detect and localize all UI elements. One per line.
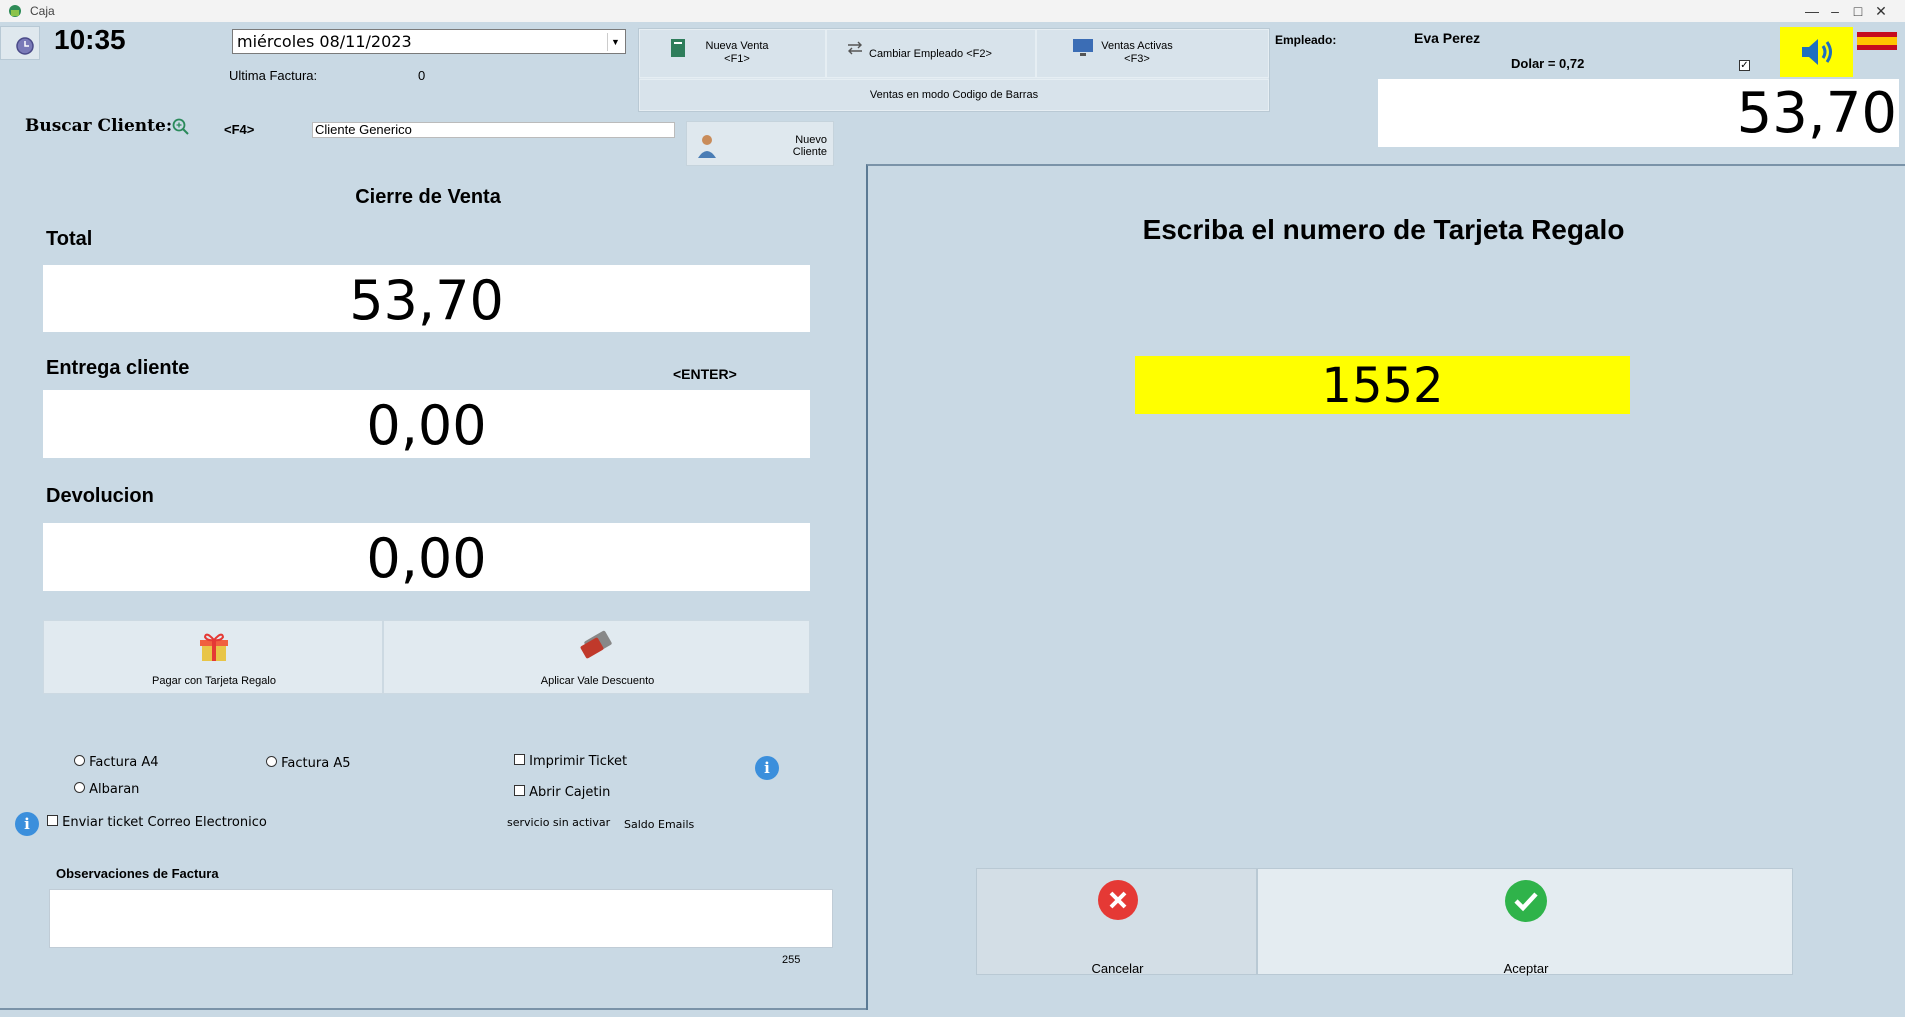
pagar-tarjeta-label: Pagar con Tarjeta Regalo bbox=[152, 675, 276, 687]
cambiar-empleado-label: Cambiar Empleado <F2> bbox=[869, 48, 992, 60]
cierre-title: Cierre de Venta bbox=[355, 186, 501, 208]
cancelar-button[interactable]: Cancelar bbox=[976, 868, 1257, 976]
nuevo-cliente-line1: Nuevo bbox=[795, 134, 827, 146]
total-display-value: 53,70 bbox=[1736, 81, 1897, 146]
tarjeta-input[interactable]: 1552 bbox=[1135, 356, 1630, 414]
modo-codigo-barras-button[interactable]: Ventas en modo Codigo de Barras bbox=[639, 79, 1269, 111]
gift-icon bbox=[200, 633, 228, 661]
clock-icon bbox=[16, 37, 34, 55]
servicio-status: servicio sin activar bbox=[507, 816, 611, 829]
total-display: 53,70 bbox=[1378, 79, 1899, 147]
date-select[interactable]: miércoles 08/11/2023 ▼ bbox=[232, 29, 626, 54]
empleado-value: Eva Perez bbox=[1414, 30, 1481, 46]
radio-albaran-circle[interactable] bbox=[74, 782, 85, 793]
observaciones-field[interactable] bbox=[49, 889, 833, 948]
new-sale-icon bbox=[671, 39, 685, 57]
devolucion-box: 0,00 bbox=[43, 523, 810, 591]
observaciones-label: Observaciones de Factura bbox=[56, 866, 219, 881]
radio-factura-a4[interactable]: Factura A4 bbox=[74, 755, 158, 770]
monitor-icon bbox=[1073, 39, 1093, 56]
window-title: Caja bbox=[30, 4, 55, 18]
pagar-tarjeta-button[interactable]: Pagar con Tarjeta Regalo bbox=[43, 620, 383, 694]
radio-albaran[interactable]: Albaran bbox=[74, 782, 139, 797]
check-enviar-ticket[interactable]: Enviar ticket Correo Electronico bbox=[47, 815, 267, 830]
left-panel-border bbox=[0, 1008, 866, 1010]
speaker-icon bbox=[1802, 39, 1832, 65]
radio-factura-a4-circle[interactable] bbox=[74, 755, 85, 766]
check-imprimir-ticket-box[interactable] bbox=[514, 754, 525, 765]
check-abrir-cajetin-label: Abrir Cajetin bbox=[529, 785, 611, 800]
user-add-icon bbox=[698, 135, 716, 158]
f4-hint: <F4> bbox=[224, 122, 255, 137]
clock-button[interactable] bbox=[0, 26, 40, 60]
ventas-activas-button[interactable]: Ventas Activas <F3> bbox=[1036, 29, 1269, 78]
check-enviar-ticket-label: Enviar ticket Correo Electronico bbox=[62, 815, 267, 830]
entrega-value: 0,00 bbox=[366, 394, 487, 457]
modo-codigo-barras-label: Ventas en modo Codigo de Barras bbox=[869, 89, 1039, 101]
saldo-emails: Saldo Emails bbox=[624, 818, 695, 831]
check-imprimir-ticket[interactable]: Imprimir Ticket bbox=[514, 754, 627, 769]
check-icon bbox=[1505, 880, 1547, 922]
nueva-venta-label: Nueva Venta bbox=[705, 40, 769, 52]
nuevo-cliente-line2: Cliente bbox=[792, 146, 827, 158]
tarjeta-prompt: Escriba el numero de Tarjeta Regalo bbox=[1142, 214, 1625, 245]
info-icon[interactable]: i bbox=[755, 756, 779, 780]
cambiar-empleado-button[interactable]: Cambiar Empleado <F2> bbox=[826, 29, 1036, 78]
total-label: Total bbox=[46, 228, 93, 250]
close-button[interactable]: ✕ bbox=[1858, 0, 1904, 22]
aceptar-label: Aceptar bbox=[1503, 961, 1549, 976]
dolar-rate: Dolar = 0,72 bbox=[1511, 56, 1585, 71]
aceptar-button[interactable]: Aceptar bbox=[1257, 868, 1793, 976]
aplicar-vale-label: Aplicar Vale Descuento bbox=[540, 675, 655, 687]
radio-factura-a5-circle[interactable] bbox=[266, 756, 277, 767]
buscar-cliente-label: Buscar Cliente: bbox=[25, 116, 173, 136]
ventas-activas-key: <F3> bbox=[1124, 53, 1150, 65]
nuevo-cliente-button[interactable]: Nuevo Cliente bbox=[686, 121, 834, 166]
search-icon[interactable] bbox=[171, 117, 191, 137]
app-icon bbox=[7, 3, 23, 19]
ventas-activas-label: Ventas Activas bbox=[1101, 40, 1173, 52]
devolucion-value: 0,00 bbox=[366, 527, 487, 590]
devolucion-label: Devolucion bbox=[46, 485, 154, 507]
email-info-icon[interactable]: i bbox=[15, 812, 39, 836]
coupon-icon bbox=[580, 630, 612, 659]
clock-time: 10:35 bbox=[54, 24, 126, 55]
radio-factura-a4-label: Factura A4 bbox=[89, 755, 159, 770]
ultima-factura-label: Ultima Factura: bbox=[229, 68, 318, 83]
spain-flag-icon[interactable] bbox=[1857, 32, 1897, 50]
radio-factura-a5-label: Factura A5 bbox=[281, 756, 351, 771]
cancelar-label: Cancelar bbox=[1091, 961, 1144, 976]
dolar-checkbox[interactable]: ✓ bbox=[1739, 60, 1750, 71]
empleado-label: Empleado: bbox=[1275, 33, 1337, 47]
aplicar-vale-button[interactable]: Aplicar Vale Descuento bbox=[383, 620, 810, 694]
entrega-box[interactable]: 0,00 bbox=[43, 390, 810, 458]
ultima-factura-value: 0 bbox=[418, 68, 426, 83]
radio-albaran-label: Albaran bbox=[89, 782, 140, 797]
swap-icon bbox=[848, 41, 862, 55]
enter-hint: <ENTER> bbox=[673, 366, 737, 382]
observaciones-count: 255 bbox=[782, 954, 801, 966]
sound-button[interactable] bbox=[1780, 27, 1853, 77]
nueva-venta-button[interactable]: Nueva Venta <F1> bbox=[639, 29, 826, 78]
cliente-field[interactable]: Cliente Generico bbox=[312, 122, 675, 138]
minimize-icon[interactable]: — bbox=[1789, 0, 1835, 22]
cancel-icon bbox=[1098, 880, 1138, 920]
check-abrir-cajetin[interactable]: Abrir Cajetin bbox=[514, 785, 610, 800]
total-value: 53,70 bbox=[349, 269, 504, 332]
check-imprimir-ticket-label: Imprimir Ticket bbox=[529, 754, 628, 769]
title-bar bbox=[0, 0, 1905, 22]
entrega-label: Entrega cliente bbox=[46, 357, 190, 379]
check-abrir-cajetin-box[interactable] bbox=[514, 785, 525, 796]
date-value: miércoles 08/11/2023 bbox=[237, 32, 412, 51]
tarjeta-value: 1552 bbox=[1321, 358, 1444, 414]
total-box: 53,70 bbox=[43, 265, 810, 332]
check-enviar-ticket-box[interactable] bbox=[47, 815, 58, 826]
radio-factura-a5[interactable]: Factura A5 bbox=[266, 756, 350, 771]
nueva-venta-key: <F1> bbox=[724, 53, 750, 65]
chevron-down-icon[interactable]: ▼ bbox=[607, 33, 623, 51]
